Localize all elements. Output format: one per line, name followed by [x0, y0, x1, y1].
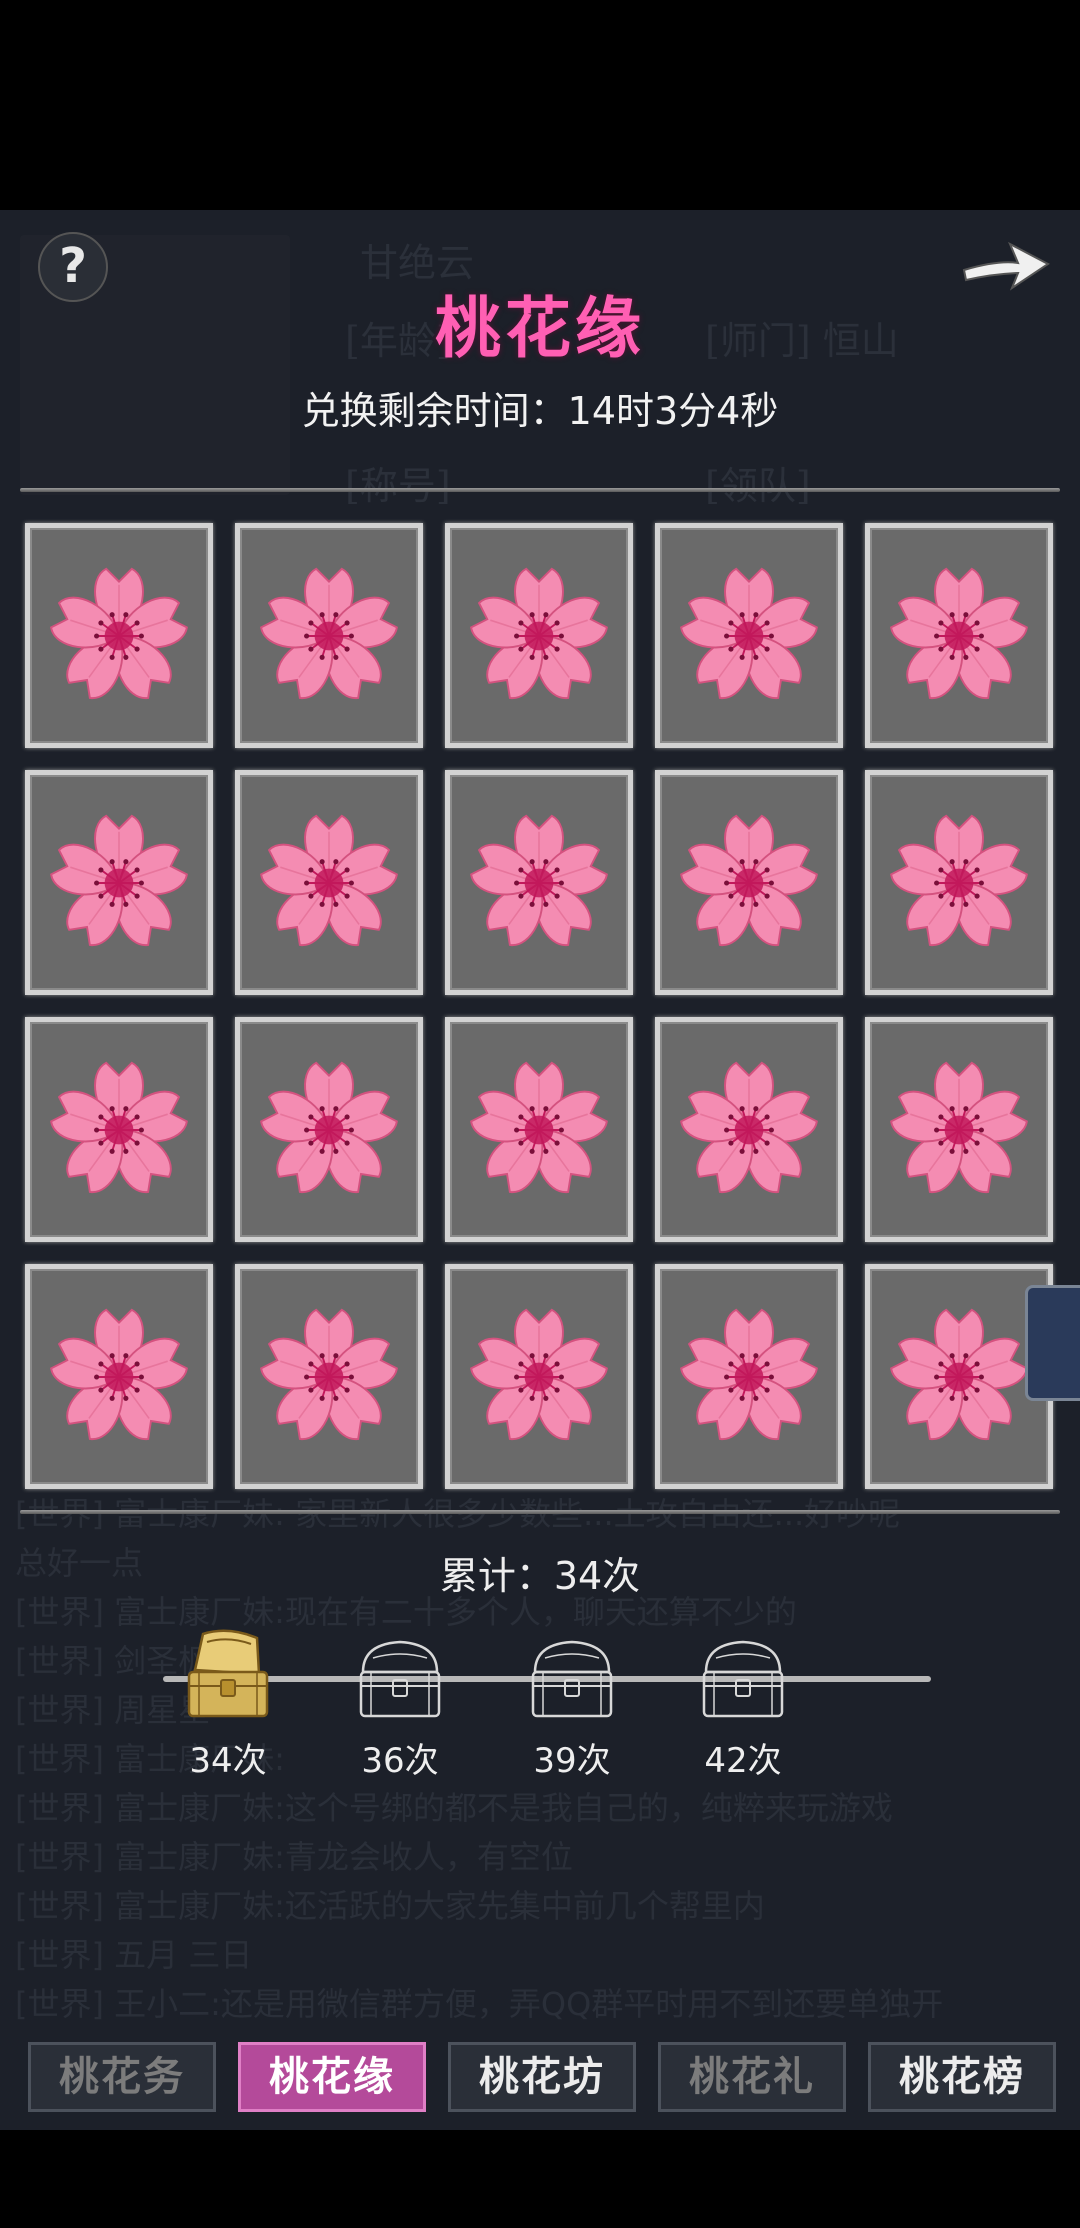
- peach-blossom-icon: [260, 1308, 398, 1440]
- chat-line: [世界] 五月 三日: [15, 1936, 253, 1974]
- blossom-card[interactable]: [235, 523, 423, 748]
- peach-blossom-panel: 甘绝云 [年龄] [师门] 恒山 [称号] [领队] [世界] 富士康厂妹: 家…: [0, 210, 1080, 2130]
- peach-blossom-icon: [680, 814, 818, 946]
- peach-blossom-icon: [260, 567, 398, 699]
- blossom-card[interactable]: [25, 1264, 213, 1489]
- blossom-card[interactable]: [25, 770, 213, 995]
- page-title: 桃花缘: [435, 289, 645, 367]
- tab-peach-fate[interactable]: 桃花缘: [238, 2042, 426, 2112]
- bg-info-title: [称号]: [345, 464, 451, 508]
- milestone-label: 39次: [533, 1741, 611, 1781]
- open-treasure-chest-icon: [187, 1629, 269, 1718]
- treasure-chest-icon: [702, 1640, 784, 1718]
- exchange-timer: 兑换剩余时间：14时3分4秒: [301, 389, 779, 433]
- blossom-card[interactable]: [445, 1264, 633, 1489]
- tab-peach-workshop[interactable]: 桃花坊: [448, 2042, 636, 2112]
- treasure-chest-icon: [359, 1640, 441, 1718]
- blossom-card[interactable]: [235, 1017, 423, 1242]
- blossom-card-grid: [25, 523, 1055, 1489]
- tab-peach-tasks[interactable]: 桃花务: [28, 2042, 216, 2112]
- peach-blossom-icon: [890, 814, 1028, 946]
- blossom-card[interactable]: [865, 523, 1053, 748]
- tab-bar: 桃花务 桃花缘 桃花坊 桃花礼 桃花榜: [28, 2042, 1058, 2112]
- tab-peach-ranking[interactable]: 桃花榜: [868, 2042, 1056, 2112]
- peach-blossom-icon: [260, 1061, 398, 1193]
- peach-blossom-icon: [890, 567, 1028, 699]
- blossom-card[interactable]: [445, 1017, 633, 1242]
- peach-blossom-icon: [260, 814, 398, 946]
- peach-blossom-icon: [680, 1061, 818, 1193]
- blossom-card[interactable]: [25, 1017, 213, 1242]
- blossom-card[interactable]: [655, 1017, 843, 1242]
- peach-blossom-icon: [50, 567, 188, 699]
- chat-line: [世界] 富士康厂妹:青龙会收人，有空位: [15, 1838, 573, 1876]
- milestone-label: 36次: [361, 1741, 439, 1781]
- reward-milestone[interactable]: 34次: [163, 1628, 293, 1782]
- peach-blossom-icon: [470, 1308, 608, 1440]
- bg-info-leader: [领队]: [705, 464, 811, 508]
- chat-line: [世界] 富士康厂妹:这个号绑的都不是我自己的，纯粹来玩游戏: [15, 1789, 893, 1827]
- peach-blossom-icon: [890, 1061, 1028, 1193]
- peach-blossom-icon: [680, 567, 818, 699]
- peach-blossom-icon: [50, 1061, 188, 1193]
- peach-blossom-icon: [50, 814, 188, 946]
- peach-blossom-icon: [890, 1308, 1028, 1440]
- divider: [20, 1510, 1060, 1514]
- milestone-label: 42次: [704, 1741, 782, 1781]
- chat-line: [世界] 富士康厂妹:还活跃的大家先集中前几个帮里内: [15, 1887, 765, 1925]
- blossom-card[interactable]: [445, 770, 633, 995]
- peach-blossom-icon: [470, 567, 608, 699]
- reward-milestone[interactable]: 39次: [507, 1628, 637, 1782]
- reward-milestone[interactable]: 42次: [678, 1628, 808, 1782]
- blossom-card[interactable]: [655, 523, 843, 748]
- blossom-card[interactable]: [655, 770, 843, 995]
- cumulative-count: 累计：34次: [439, 1554, 641, 1598]
- blossom-card[interactable]: [865, 1017, 1053, 1242]
- milestone-label: 34次: [189, 1741, 267, 1781]
- side-book-button[interactable]: [1025, 1285, 1080, 1401]
- peach-blossom-icon: [680, 1308, 818, 1440]
- peach-blossom-icon: [470, 1061, 608, 1193]
- blossom-card[interactable]: [865, 770, 1053, 995]
- divider: [20, 488, 1060, 492]
- blossom-card[interactable]: [655, 1264, 843, 1489]
- reward-milestone[interactable]: 36次: [335, 1628, 465, 1782]
- treasure-chest-icon: [531, 1640, 613, 1718]
- chat-line: [世界] 王小二:还是用微信群方便，弄QQ群平时用不到还要单独开: [15, 1985, 944, 2023]
- peach-blossom-icon: [50, 1308, 188, 1440]
- blossom-card[interactable]: [235, 770, 423, 995]
- blossom-card[interactable]: [235, 1264, 423, 1489]
- tab-peach-gifts[interactable]: 桃花礼: [658, 2042, 846, 2112]
- chat-line: [世界] 富士康厂妹: 家里新人很多少数些...土攻自由还...好吵呢: [15, 1495, 901, 1533]
- blossom-card[interactable]: [445, 523, 633, 748]
- blossom-card[interactable]: [25, 523, 213, 748]
- peach-blossom-icon: [470, 814, 608, 946]
